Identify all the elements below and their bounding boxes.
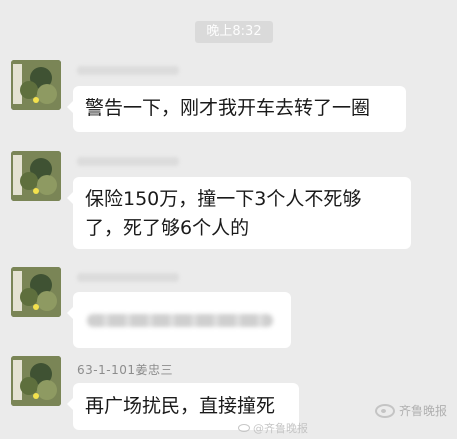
weibo-watermark-text: @齐鲁晚报 xyxy=(253,422,308,435)
message-text-blurred xyxy=(87,314,273,327)
message-bubble[interactable]: 警告一下，刚才我开车去转了一圈 xyxy=(67,86,406,132)
brand-watermark: 齐鲁晚报 xyxy=(374,402,447,419)
avatar-image xyxy=(11,60,61,110)
sender-name-blurred xyxy=(77,66,179,75)
watermark-logo-icon xyxy=(374,403,395,418)
avatar-image xyxy=(11,356,61,406)
message-text: 警告一下，刚才我开车去转了一圈 xyxy=(85,97,371,119)
message-bubble[interactable] xyxy=(67,292,291,348)
avatar[interactable] xyxy=(11,60,61,110)
message-text: 再广场扰民，直接撞死 xyxy=(85,395,276,417)
chat-timestamp: 晚上8:32 xyxy=(195,21,273,43)
avatar[interactable] xyxy=(11,151,61,201)
weibo-watermark: @齐鲁晚报 xyxy=(238,420,308,436)
avatar-image xyxy=(11,267,61,317)
sender-name-blurred xyxy=(77,273,179,282)
weibo-icon xyxy=(238,424,250,432)
sender-name: 63-1-101姜忠三 xyxy=(77,363,173,377)
message-text: 保险150万，撞一下3个人不死够了，死了够6个人的 xyxy=(85,188,362,239)
message-bubble[interactable]: 保险150万，撞一下3个人不死够了，死了够6个人的 xyxy=(67,177,411,249)
avatar[interactable] xyxy=(11,267,61,317)
avatar-image xyxy=(11,151,61,201)
watermark-text: 齐鲁晚报 xyxy=(398,404,447,418)
sender-name-blurred xyxy=(77,157,179,166)
avatar[interactable] xyxy=(11,356,61,406)
